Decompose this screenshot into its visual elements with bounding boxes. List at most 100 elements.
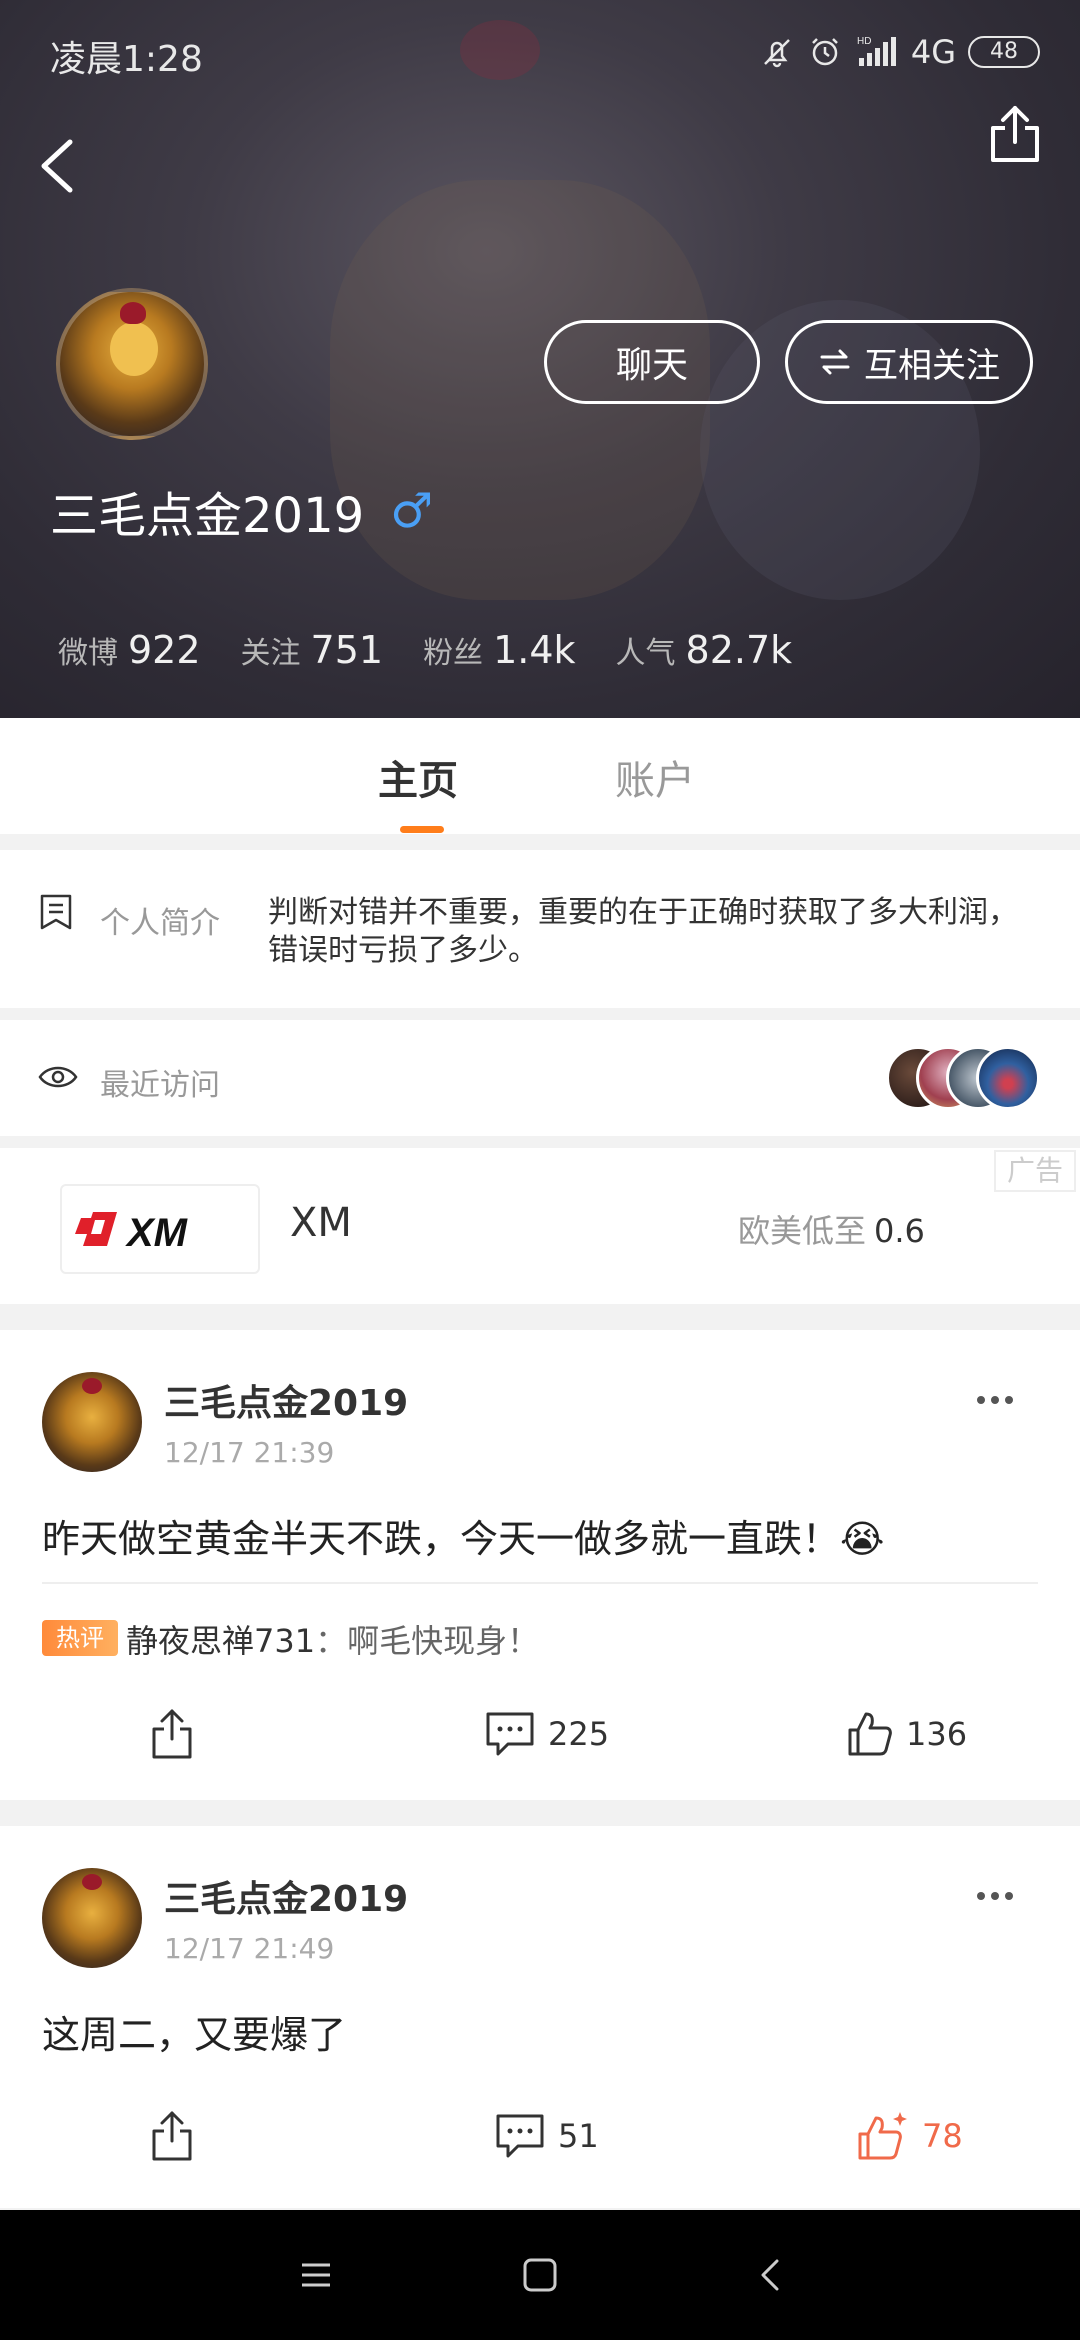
share-button[interactable]: [150, 1694, 194, 1774]
stat-value: 1.4k: [493, 628, 576, 672]
battery-indicator: 48: [968, 36, 1040, 68]
bio-text: 判断对错并不重要，重要的在于正确时获取了多大利润，错误时亏损了多少。: [268, 895, 1018, 968]
thumbs-up-icon: [848, 1712, 892, 1756]
share-icon: [152, 2111, 192, 2161]
status-bar: 凌晨1:28 HD 4G 48: [0, 0, 1080, 100]
ad-tag: 广告: [994, 1150, 1076, 1192]
status-icons: HD 4G 48: [759, 30, 1040, 74]
system-back-button[interactable]: [740, 2245, 800, 2305]
stat-popularity: 人气 82.7k: [616, 628, 793, 672]
ad-spread-label: 欧美低至: [738, 1212, 867, 1250]
alarm-icon: [811, 38, 838, 66]
avatar-image-detail: [82, 1874, 102, 1890]
bio-label: 个人简介: [100, 906, 220, 941]
comment-count: 51: [558, 2117, 599, 2155]
ad-spread-value: 0.6: [874, 1212, 925, 1250]
stat-following[interactable]: 关注 751: [241, 628, 384, 672]
svg-text:HD: HD: [857, 36, 871, 47]
share-button[interactable]: [985, 100, 1045, 170]
home-button[interactable]: [510, 2245, 570, 2305]
stat-label: 人气: [615, 636, 676, 671]
mute-bell-icon: [763, 39, 790, 68]
post-author-name[interactable]: 三毛点金2019: [164, 1870, 408, 1922]
chat-button[interactable]: 聊天: [544, 320, 760, 404]
stat-label: 微博: [58, 636, 118, 671]
male-gender-icon: ♂: [390, 483, 434, 539]
comment-count: 225: [548, 1715, 610, 1753]
bio-card: 个人简介 判断对错并不重要，重要的在于正确时获取了多大利润，错误时亏损了多少。: [0, 850, 1080, 1008]
home-square-icon: [523, 2258, 557, 2292]
like-button[interactable]: 136: [846, 1694, 967, 1774]
profile-username: 三毛点金2019: [50, 488, 365, 544]
mutual-arrows-icon: [820, 349, 850, 375]
like-count: 78: [922, 2117, 963, 2155]
post-text: 这周二，又要爆了: [42, 2013, 347, 2057]
avatar-image-detail: [120, 302, 146, 324]
post-author-avatar[interactable]: [42, 1372, 142, 1472]
ad-card[interactable]: 广告 XM XM 欧美低至 0.6: [0, 1148, 1080, 1304]
post-timestamp: 12/17 21:49: [164, 1932, 335, 1965]
menu-icon: [302, 2263, 330, 2287]
feed-post[interactable]: 三毛点金2019 12/17 21:49 这周二，又要爆了 51 78: [0, 1826, 1080, 2208]
tab-home[interactable]: 主页: [378, 748, 458, 806]
share-button[interactable]: [150, 2096, 194, 2176]
bookmark-card-icon: [40, 894, 72, 930]
eye-icon: [38, 1066, 78, 1088]
network-type: 4G: [910, 33, 956, 71]
stat-label: 关注: [240, 636, 301, 671]
profile-stats: 微博 922 关注 751 粉丝 1.4k 人气 82.7k: [58, 628, 792, 672]
post-actions: 225 136: [0, 1694, 1080, 1774]
hot-comment-text: ：啊毛快现身！: [315, 1622, 540, 1660]
post-text: 昨天做空黄金半天不跌，今天一做多就一直跌！😭: [42, 1517, 885, 1561]
feed-post[interactable]: 三毛点金2019 12/17 21:39 昨天做空黄金半天不跌，今天一做多就一直…: [0, 1330, 1080, 1800]
comment-button[interactable]: 225: [484, 1694, 609, 1774]
system-navigation-bar: [0, 2210, 1080, 2340]
more-options-icon[interactable]: [975, 1390, 1015, 1410]
chat-button-label: 聊天: [615, 345, 688, 386]
recent-apps-button[interactable]: [286, 2245, 346, 2305]
more-options-icon[interactable]: [975, 1886, 1015, 1906]
stat-value: 82.7k: [685, 628, 793, 672]
like-button[interactable]: 78: [856, 2096, 963, 2176]
like-count: 136: [906, 1715, 968, 1753]
active-tab-indicator: [400, 826, 444, 833]
comment-icon: [496, 2114, 544, 2158]
ad-spread: 欧美低至 0.6: [738, 1206, 925, 1252]
tab-account[interactable]: 账户: [615, 748, 695, 806]
stat-label: 粉丝: [423, 636, 484, 671]
stat-followers[interactable]: 粉丝 1.4k: [423, 628, 575, 672]
ad-logo-text: XM: [125, 1211, 189, 1254]
post-actions: 51 78: [0, 2096, 1080, 2176]
status-time: 凌晨1:28: [50, 39, 203, 80]
back-arrow-icon: [41, 139, 73, 193]
thumbs-up-liked-icon: [858, 2112, 907, 2160]
profile-username-row: 三毛点金2019 ♂: [50, 476, 433, 546]
profile-header: 凌晨1:28 HD 4G 48 聊天 互相关注 三毛点金2019 ♂ 微博 92…: [0, 0, 1080, 718]
comment-button[interactable]: 51: [494, 2096, 599, 2176]
recent-visits-card[interactable]: 最近访问: [0, 1020, 1080, 1136]
xm-logo-icon: XM: [75, 1211, 189, 1254]
share-icon: [152, 1709, 192, 1759]
stat-weibo[interactable]: 微博 922: [58, 628, 201, 672]
signal-icon: HD: [857, 36, 896, 66]
stat-value: 922: [128, 628, 201, 672]
profile-avatar[interactable]: [56, 288, 208, 440]
follow-button-label: 互相关注: [864, 345, 1000, 386]
stat-value: 751: [310, 628, 384, 672]
recent-visits-label: 最近访问: [100, 1068, 220, 1103]
hot-comment[interactable]: 静夜思禅731：啊毛快现身！: [126, 1616, 539, 1662]
post-author-name[interactable]: 三毛点金2019: [164, 1374, 408, 1426]
divider: [42, 1582, 1038, 1584]
hot-comment-badge: 热评: [42, 1620, 118, 1656]
back-button[interactable]: [30, 130, 90, 200]
hot-comment-user: 静夜思禅731: [126, 1622, 316, 1660]
post-timestamp: 12/17 21:39: [164, 1436, 335, 1469]
avatar-image-detail: [110, 322, 158, 376]
profile-tabs: 主页 账户: [0, 718, 1080, 834]
visitor-avatar[interactable]: [976, 1046, 1040, 1110]
comment-icon: [486, 1712, 534, 1756]
mutual-follow-button[interactable]: 互相关注: [785, 320, 1033, 404]
post-author-avatar[interactable]: [42, 1868, 142, 1968]
avatar-image-detail: [82, 1378, 102, 1394]
back-chevron-icon: [761, 2259, 779, 2291]
